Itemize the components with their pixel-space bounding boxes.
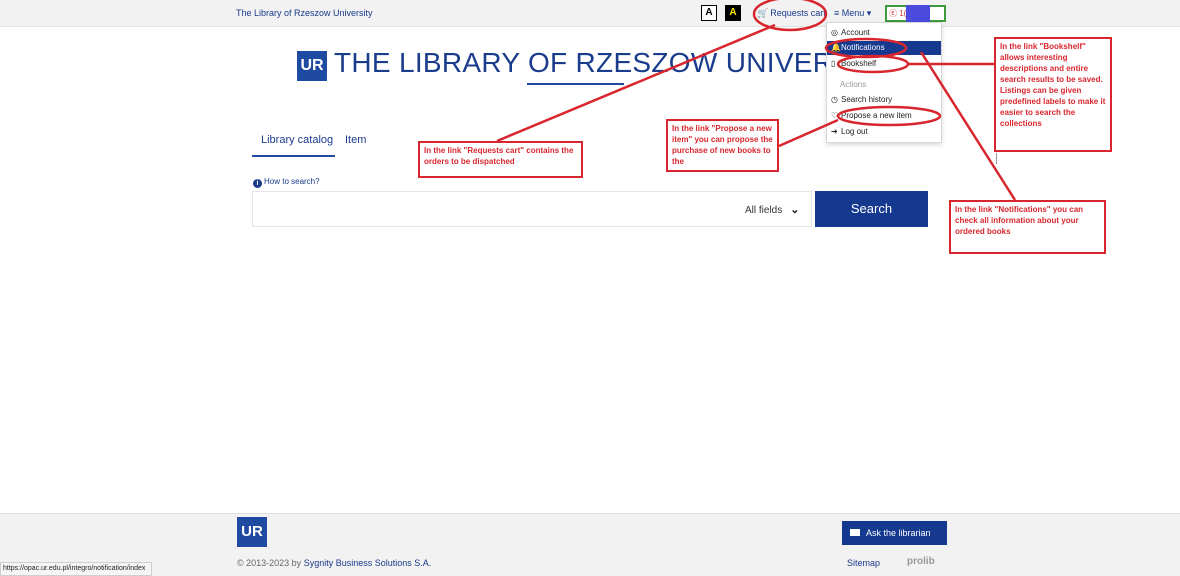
ur-logo-icon: UR: [297, 51, 327, 81]
bookmark-icon: ▯: [831, 59, 836, 68]
menu-item-label: Log out: [841, 127, 868, 136]
menu-item-notifications[interactable]: 🔔 Notifications: [827, 41, 941, 55]
annotation-notifications: In the link "Notifications" you can chec…: [949, 200, 1106, 254]
requests-cart-link[interactable]: 🛒 Requests cart: [757, 8, 826, 19]
clock-icon: ◷: [831, 95, 838, 104]
copyright-prefix: © 2013-2023 by: [237, 558, 304, 568]
menu-item-search-history[interactable]: ◷ Search history: [827, 93, 941, 107]
cart-icon: 🛒: [757, 8, 769, 18]
chevron-down-icon: ⌄: [790, 204, 800, 216]
active-tab-indicator: [252, 155, 335, 157]
search-field-select[interactable]: All fields ⌄: [745, 203, 799, 216]
menu-item-propose-new-item[interactable]: ♡ Propose a new item: [827, 109, 941, 123]
top-bar: The Library of Rzeszow University A A 🛒 R…: [0, 0, 1180, 27]
search-field-value: All fields: [745, 205, 783, 216]
sygnity-link[interactable]: Sygnity Business Solutions S.A.: [304, 558, 432, 568]
how-to-search-label: How to search?: [264, 177, 320, 186]
mail-icon: [850, 529, 860, 536]
logout-icon: ➔: [831, 127, 838, 136]
title-underline: [527, 83, 624, 85]
site-home-link[interactable]: The Library of Rzeszow University: [236, 8, 373, 18]
tab-library-catalog[interactable]: Library catalog: [261, 134, 333, 146]
search-button[interactable]: Search: [815, 191, 928, 227]
text-cursor: [996, 153, 997, 164]
menu-item-label: Propose a new item: [841, 111, 912, 120]
footer: UR Ask the librarian © 2013-2023 by Sygn…: [0, 513, 1180, 576]
tab-item[interactable]: Item: [345, 134, 366, 146]
annotation-bookshelf: In the link "Bookshelf" allows interesti…: [994, 37, 1112, 152]
menu-item-label: Search history: [841, 95, 893, 104]
actions-heading: Actions: [840, 80, 867, 89]
user-label: Ⓔ 1(: [889, 9, 907, 18]
requests-cart-label: Requests cart: [770, 8, 826, 18]
ask-librarian-label: Ask the librarian: [866, 528, 931, 538]
copyright: © 2013-2023 by Sygnity Business Solution…: [237, 558, 431, 568]
menu-item-logout[interactable]: ➔ Log out: [827, 125, 941, 139]
menu-item-bookshelf[interactable]: ▯ Bookshelf: [827, 57, 941, 71]
status-bar-url: https://opac.ur.edu.pl/integro/notificat…: [0, 562, 153, 576]
lightbulb-icon: ♡: [831, 111, 839, 120]
user-circle-icon: ◎: [831, 28, 838, 37]
ask-librarian-button[interactable]: Ask the librarian: [842, 521, 947, 545]
library-title: THE LIBRARY OF RZESZOW UNIVERS: [334, 47, 853, 78]
footer-ur-logo-icon[interactable]: UR: [237, 517, 267, 547]
menu-item-label: Bookshelf: [841, 59, 877, 68]
annotation-propose-item: In the link "Propose a new item" you can…: [666, 119, 779, 172]
menu-toggle[interactable]: ≡ Menu ▾: [834, 8, 871, 19]
prolib-logo: prolib: [907, 556, 935, 567]
menu-item-label: Notifications: [841, 43, 885, 52]
annotation-requests-cart: In the link "Requests cart" contains the…: [418, 141, 583, 178]
menu-item-account[interactable]: ◎ Account: [827, 26, 941, 40]
sitemap-link[interactable]: Sitemap: [847, 558, 880, 568]
search-input[interactable]: [253, 192, 733, 226]
how-to-search-link[interactable]: i How to search?: [253, 177, 320, 188]
menu-item-label: Account: [841, 28, 870, 37]
redacted-username: [906, 5, 930, 22]
info-icon: i: [253, 179, 262, 188]
contrast-normal-button[interactable]: A: [701, 5, 717, 21]
contrast-high-button[interactable]: A: [725, 5, 741, 21]
bell-icon: 🔔: [831, 43, 841, 52]
user-account-badge[interactable]: Ⓔ 1(: [885, 5, 946, 22]
search-box: All fields ⌄: [252, 191, 812, 227]
user-menu-dropdown: ◎ Account 🔔 Notifications ▯ Bookshelf Actio…: [826, 22, 942, 143]
